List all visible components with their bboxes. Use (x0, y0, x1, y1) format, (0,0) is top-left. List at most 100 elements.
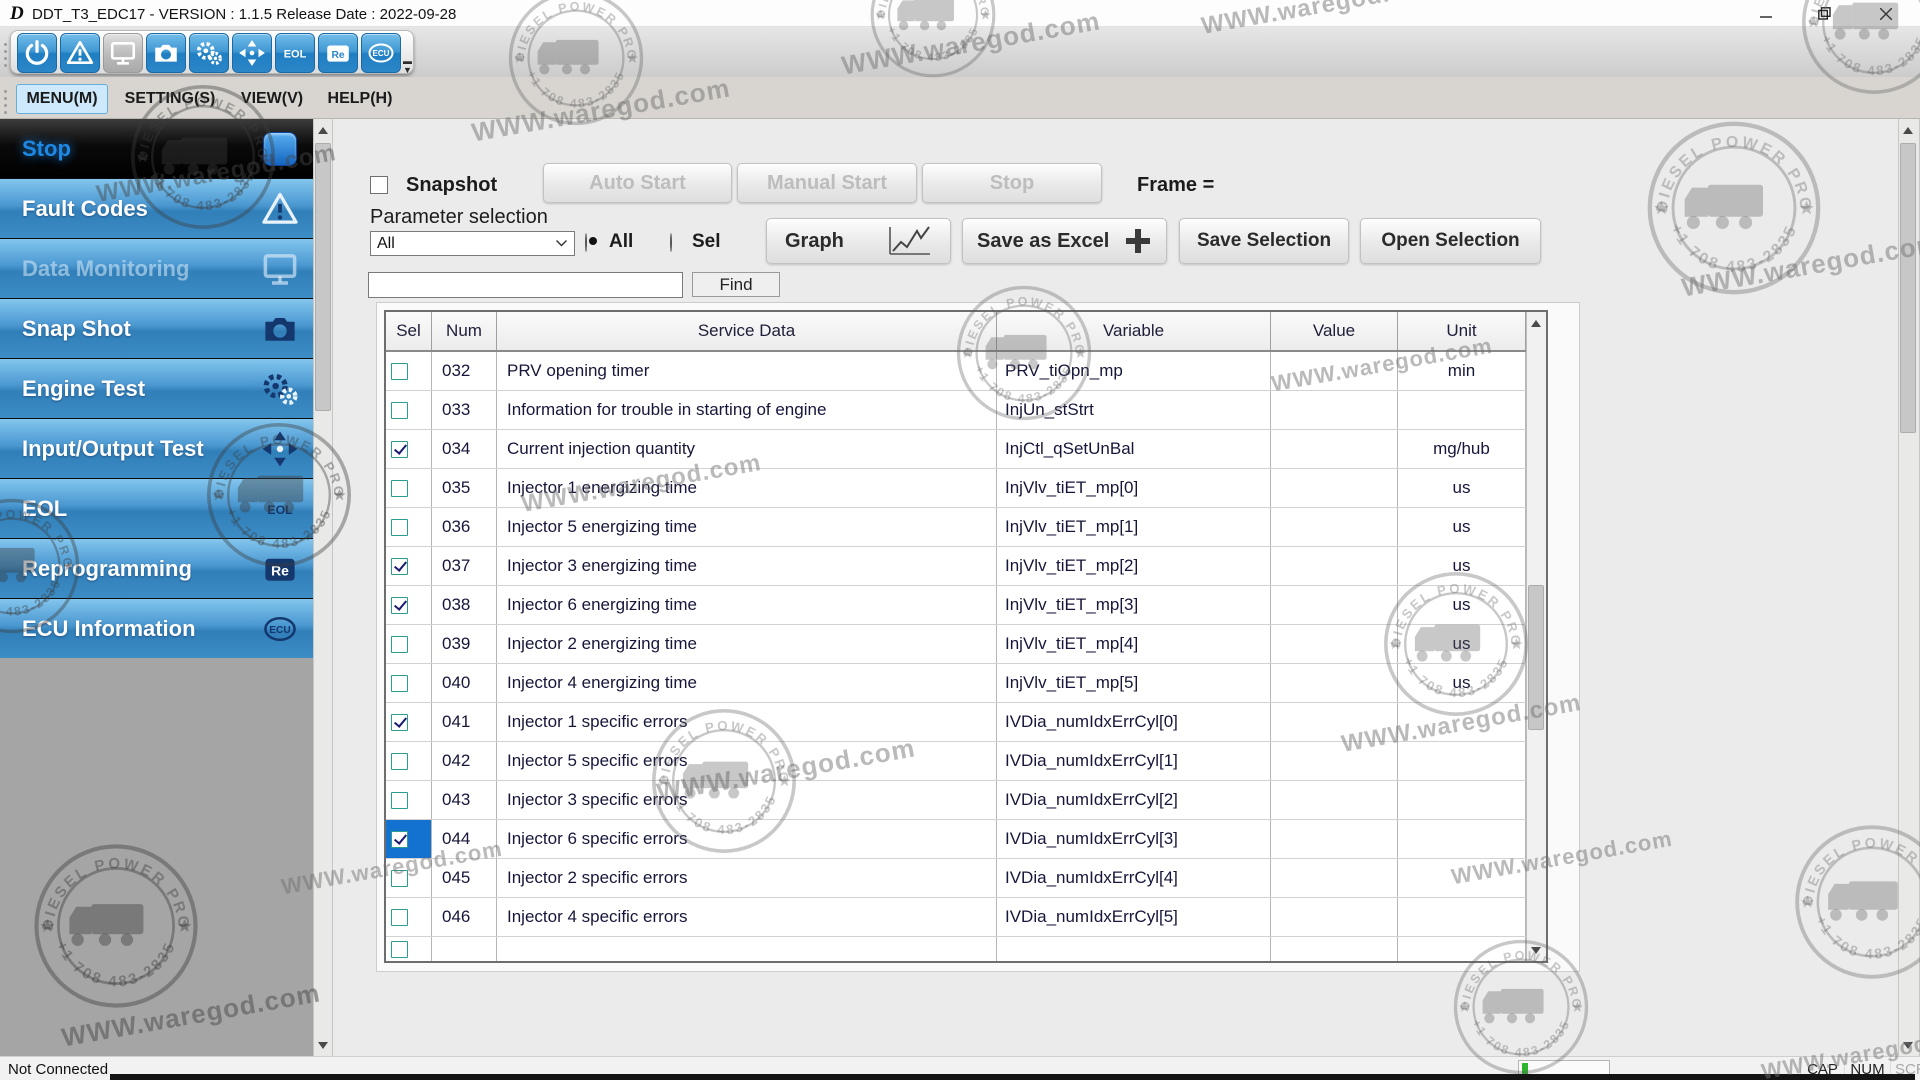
sel-cell[interactable] (386, 703, 432, 741)
close-button[interactable] (1860, 0, 1912, 27)
auto-start-button[interactable]: Auto Start (543, 163, 732, 203)
row-checkbox[interactable] (391, 792, 408, 809)
sel-cell[interactable] (386, 586, 432, 624)
sel-cell[interactable] (386, 859, 432, 897)
save-selection-button[interactable]: Save Selection (1179, 218, 1349, 264)
eol-button[interactable]: EOL (275, 33, 315, 73)
service-data-cell: Injector 3 specific errors (497, 781, 997, 819)
row-checkbox[interactable] (391, 941, 408, 958)
power-button[interactable] (17, 33, 57, 73)
open-selection-button[interactable]: Open Selection (1360, 218, 1541, 264)
sel-cell[interactable] (386, 937, 432, 961)
reprogram-button[interactable]: Re (318, 33, 358, 73)
engine-test-button[interactable] (189, 33, 229, 73)
sidebar-item-io-test[interactable]: Input/Output Test (0, 419, 313, 478)
snapshot-checkbox[interactable] (370, 176, 388, 194)
radio-sel[interactable] (670, 233, 672, 252)
toolbar-grip[interactable] (4, 43, 9, 67)
row-checkbox[interactable] (391, 519, 408, 536)
row-checkbox[interactable] (391, 753, 408, 770)
sel-cell[interactable] (386, 469, 432, 507)
menu-item-help[interactable]: HELP(H) (322, 84, 398, 114)
graph-button[interactable]: Graph (766, 218, 951, 264)
header-unit[interactable]: Unit (1398, 312, 1526, 350)
menu-item-view[interactable]: VIEW(V) (234, 84, 310, 114)
save-as-excel-button[interactable]: Save as Excel (962, 218, 1167, 264)
row-checkbox[interactable] (391, 480, 408, 497)
fault-codes-button[interactable] (60, 33, 100, 73)
row-checkbox[interactable] (391, 597, 408, 614)
variable-cell (997, 937, 1271, 961)
scroll-down-arrow[interactable] (1899, 1034, 1917, 1056)
io-test-button[interactable] (232, 33, 272, 73)
sel-cell[interactable] (386, 742, 432, 780)
sidebar-item-data-monitoring[interactable]: Data Monitoring (0, 239, 313, 298)
row-checkbox[interactable] (391, 909, 408, 926)
menu-item-setting[interactable]: SETTING(S) (118, 84, 222, 114)
window-scrollbar[interactable] (1898, 119, 1920, 1056)
stop-button[interactable]: Stop (922, 163, 1102, 203)
app-logo: D (10, 3, 24, 25)
sel-cell[interactable] (386, 352, 432, 390)
sidebar-item-ecu-information[interactable]: ECU Information ECU (0, 599, 313, 658)
header-num[interactable]: Num (432, 312, 497, 350)
ecu-info-button[interactable]: ECU (361, 33, 401, 73)
row-checkbox[interactable] (391, 402, 408, 419)
sidebar-item-eol[interactable]: EOL EOL (0, 479, 313, 538)
scroll-up-arrow[interactable] (1527, 312, 1545, 334)
manual-start-button[interactable]: Manual Start (737, 163, 917, 203)
sidebar-item-fault-codes[interactable]: Fault Codes (0, 179, 313, 238)
header-service-data[interactable]: Service Data (497, 312, 997, 350)
sidebar-scrollbar[interactable] (313, 119, 333, 1056)
snapshot-button[interactable] (146, 33, 186, 73)
row-checkbox[interactable] (391, 714, 408, 731)
row-checkbox[interactable] (391, 831, 408, 848)
sidebar-item-snap-shot[interactable]: Snap Shot (0, 299, 313, 358)
header-value[interactable]: Value (1271, 312, 1398, 350)
sel-cell[interactable] (386, 430, 432, 468)
search-input[interactable] (368, 272, 683, 298)
table-row: 037 Injector 3 energizing time InjVlv_ti… (386, 547, 1546, 586)
row-checkbox[interactable] (391, 363, 408, 380)
svg-text:EOL: EOL (267, 503, 293, 517)
sidebar-item-stop[interactable]: Stop (0, 119, 313, 178)
menu-item-menu[interactable]: MENU(M) (16, 84, 108, 114)
table-row: 035 Injector 1 energizing time InjVlv_ti… (386, 469, 1546, 508)
sidebar-item-engine-test[interactable]: Engine Test (0, 359, 313, 418)
close-icon (1880, 8, 1892, 20)
toolbar-overflow-chevron[interactable]: ▬▼ (403, 57, 412, 75)
parameter-filter-dropdown[interactable]: All (370, 231, 575, 256)
sel-cell[interactable] (386, 391, 432, 429)
sel-cell[interactable] (386, 820, 432, 858)
scroll-up-arrow[interactable] (1899, 119, 1917, 141)
radio-all[interactable] (585, 233, 587, 252)
header-variable[interactable]: Variable (997, 312, 1271, 350)
maximize-button[interactable] (1798, 0, 1850, 27)
scrollbar-thumb[interactable] (315, 143, 331, 411)
scrollbar-thumb[interactable] (1528, 585, 1544, 730)
num-cell: 042 (432, 742, 497, 780)
row-checkbox[interactable] (391, 558, 408, 575)
data-monitoring-button[interactable] (103, 33, 143, 73)
sel-cell[interactable] (386, 664, 432, 702)
scroll-down-arrow[interactable] (314, 1034, 332, 1056)
scroll-up-arrow[interactable] (314, 119, 332, 141)
sel-cell[interactable] (386, 625, 432, 663)
sidebar-item-reprogramming[interactable]: Reprogramming Re (0, 539, 313, 598)
table-scrollbar[interactable] (1526, 312, 1546, 961)
scroll-down-arrow[interactable] (1527, 939, 1545, 961)
row-checkbox[interactable] (391, 870, 408, 887)
table-row: 044 Injector 6 specific errors IVDia_num… (386, 820, 1546, 859)
header-sel[interactable]: Sel (386, 312, 432, 350)
scrollbar-thumb[interactable] (1900, 143, 1916, 433)
row-checkbox[interactable] (391, 636, 408, 653)
find-button[interactable]: Find (692, 272, 780, 297)
row-checkbox[interactable] (391, 441, 408, 458)
sel-cell[interactable] (386, 547, 432, 585)
menubar-grip[interactable] (4, 90, 9, 114)
sel-cell[interactable] (386, 781, 432, 819)
sel-cell[interactable] (386, 508, 432, 546)
row-checkbox[interactable] (391, 675, 408, 692)
minimize-button[interactable] (1740, 0, 1792, 27)
sel-cell[interactable] (386, 898, 432, 936)
